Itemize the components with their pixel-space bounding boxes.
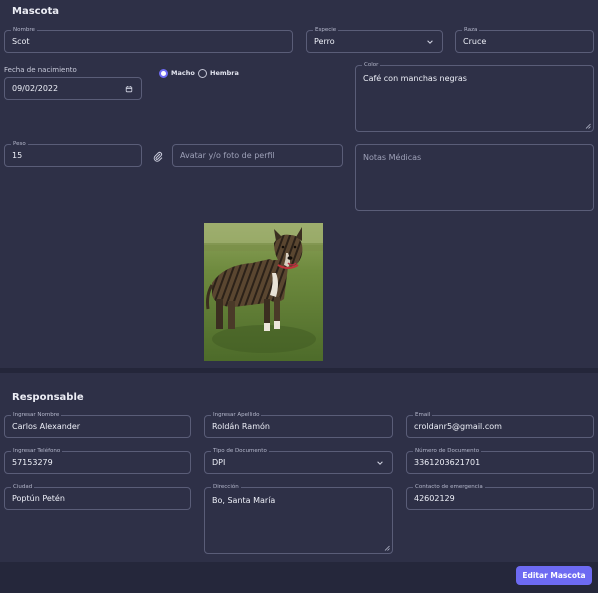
pet-name-field[interactable]: Nombre Scot xyxy=(4,26,293,53)
resize-handle-icon[interactable] xyxy=(585,123,591,129)
avatar-file-input[interactable]: Avatar y/o foto de perfil xyxy=(172,144,343,167)
resize-handle-icon[interactable] xyxy=(384,545,390,551)
radio-hembra-label: Hembra xyxy=(210,69,239,77)
species-select[interactable]: Especie Perro xyxy=(306,26,443,53)
edit-pet-button[interactable]: Editar Mascota xyxy=(516,566,592,585)
emergency-contact-field[interactable]: Contacto de emergencia 42602129 xyxy=(406,483,594,510)
section-divider xyxy=(0,368,598,373)
weight-value: 15 xyxy=(12,151,23,160)
radio-hembra[interactable] xyxy=(198,69,207,78)
document-number-field[interactable]: Número de Documento 3361203621701 xyxy=(406,447,594,474)
radio-macho-label: Macho xyxy=(171,69,195,77)
owner-address-label: Dirección xyxy=(211,483,241,491)
owner-phone-field[interactable]: Ingresar Teléfono 57153279 xyxy=(4,447,191,474)
color-textarea[interactable]: Color Café con manchas negras xyxy=(355,61,594,132)
color-value: Café con manchas negras xyxy=(363,74,467,83)
owner-email-value: croldanr5@gmail.com xyxy=(414,422,502,431)
medical-notes-textarea[interactable]: Notas Médicas xyxy=(355,144,594,211)
owner-first-name-field[interactable]: Ingresar Nombre Carlos Alexander xyxy=(4,411,191,438)
document-type-select[interactable]: Tipo de Documento DPI xyxy=(204,447,393,474)
pet-avatar-photo xyxy=(204,223,323,361)
avatar-placeholder: Avatar y/o foto de perfil xyxy=(180,151,275,160)
radio-macho[interactable] xyxy=(159,69,168,78)
chevron-down-icon xyxy=(377,460,383,465)
breed-value: Cruce xyxy=(463,37,487,46)
document-number-value: 3361203621701 xyxy=(414,458,481,467)
birthdate-input[interactable]: 09/02/2022 xyxy=(4,77,142,100)
form-footer xyxy=(0,562,598,593)
color-label: Color xyxy=(362,61,381,69)
owner-address-value: Bo, Santa María xyxy=(212,496,276,505)
owner-city-field[interactable]: Ciudad Poptún Petén xyxy=(4,483,191,510)
owner-email-field[interactable]: Email croldanr5@gmail.com xyxy=(406,411,594,438)
owner-city-value: Poptún Petén xyxy=(12,494,65,503)
document-type-value: DPI xyxy=(212,458,226,467)
paperclip-icon[interactable] xyxy=(153,151,163,162)
owner-last-name-value: Roldán Ramón xyxy=(212,422,270,431)
owner-last-name-field[interactable]: Ingresar Apellido Roldán Ramón xyxy=(204,411,393,438)
pet-name-value: Scot xyxy=(12,37,30,46)
birthdate-value: 09/02/2022 xyxy=(12,84,59,93)
section-title-responsable: Responsable xyxy=(12,392,84,403)
medical-notes-placeholder: Notas Médicas xyxy=(363,153,422,162)
owner-first-name-value: Carlos Alexander xyxy=(12,422,81,431)
chevron-down-icon xyxy=(427,39,433,44)
birthdate-label: Fecha de nacimiento xyxy=(4,66,77,74)
owner-address-textarea[interactable]: Dirección Bo, Santa María xyxy=(204,483,393,554)
emergency-contact-value: 42602129 xyxy=(414,494,455,503)
weight-field[interactable]: Peso 15 xyxy=(4,140,142,167)
species-value: Perro xyxy=(314,37,335,46)
calendar-icon[interactable] xyxy=(125,85,133,93)
owner-phone-value: 57153279 xyxy=(12,458,53,467)
section-title-mascota: Mascota xyxy=(12,6,59,17)
breed-field[interactable]: Raza Cruce xyxy=(455,26,594,53)
